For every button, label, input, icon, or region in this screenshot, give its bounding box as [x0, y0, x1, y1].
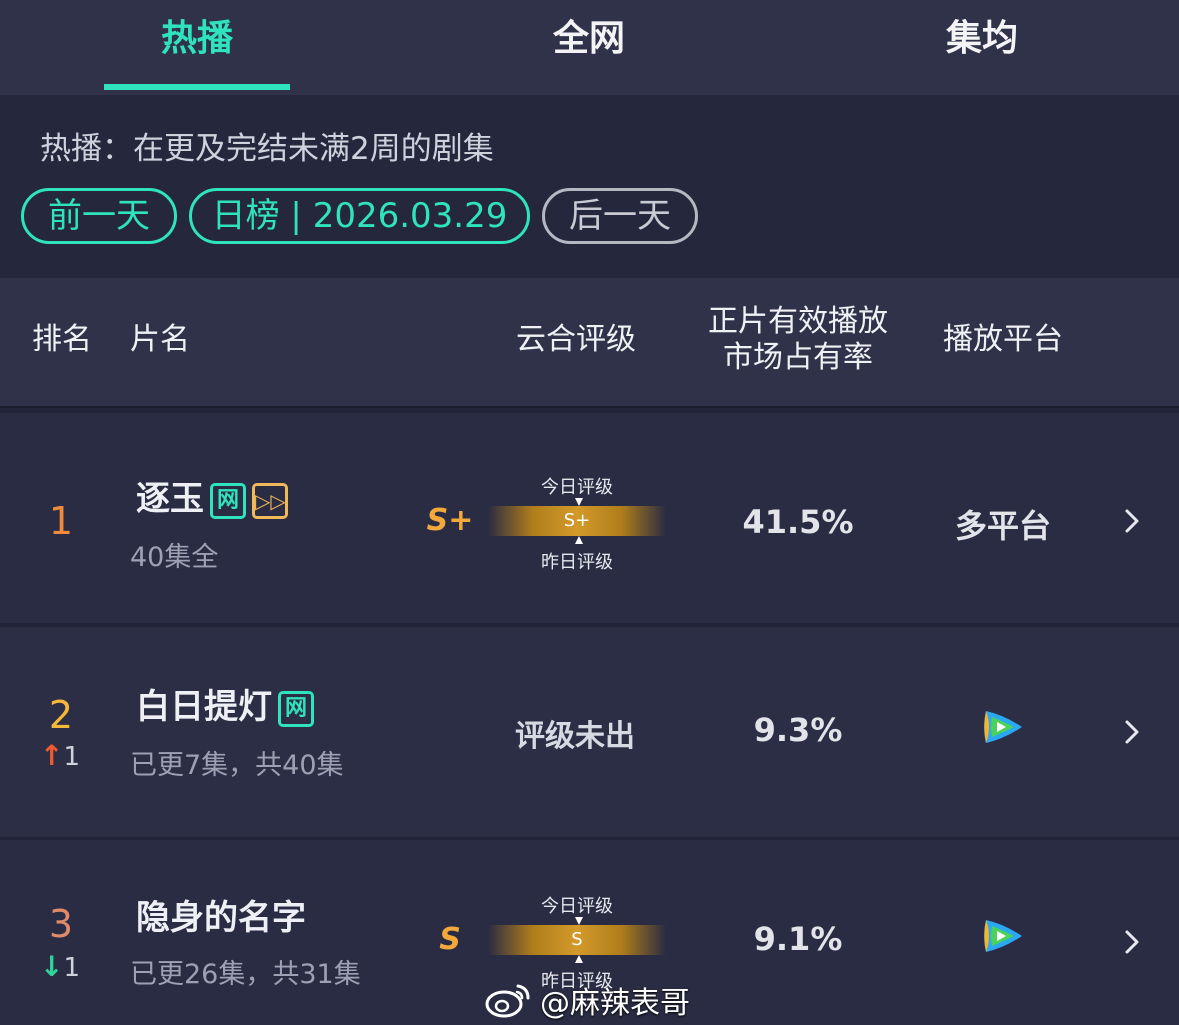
next-day-button[interactable]: 后一天: [542, 188, 698, 244]
market-share-value: 41.5%: [742, 503, 854, 541]
column-header-title: 片名: [130, 322, 190, 357]
ranking-info-panel: 热播：在更及完结未满2周的剧集 前一天 日榜 | 2026.03.29 后一天: [0, 95, 1179, 278]
platform-label: 多平台: [954, 507, 1051, 545]
episode-status: 已更7集，共40集: [130, 750, 344, 781]
drama-title: 白日提灯网: [136, 679, 314, 728]
table-row[interactable]: 2 ↑1 白日提灯网 已更7集，共40集 评级未出 9.3%: [0, 627, 1179, 837]
table-header: 排名 片名 云合评级 正片有效播放 市场占有率 播放平台: [0, 278, 1179, 408]
chevron-right-icon[interactable]: [1118, 928, 1146, 956]
rank-up-arrow-icon: ↑: [40, 739, 64, 772]
grade-bar: S: [488, 917, 666, 963]
yesterday-grade-label: 昨日评级: [541, 552, 613, 573]
grade-letter: S: [439, 922, 461, 957]
tencent-video-icon: [984, 920, 1022, 952]
top-tab-bar: 热播 全网 集均: [0, 0, 1179, 95]
grade-pending: 评级未出: [515, 719, 635, 754]
episode-status: 已更26集，共31集: [130, 959, 361, 990]
grade-bar-label: S+: [563, 510, 591, 531]
weibo-watermark: @麻辣表哥: [484, 978, 690, 1022]
column-header-rank: 排名: [32, 322, 92, 357]
rank-number: 1: [48, 499, 74, 543]
drama-title-text: 逐玉: [136, 479, 204, 519]
market-share-header-line1: 正片有效播放: [708, 304, 888, 339]
drama-title-text: 白日提灯: [136, 687, 272, 727]
grade-bar-label: S: [571, 929, 583, 950]
column-header-market-share: 正片有效播放 市场占有率: [700, 304, 896, 376]
grade-letter: S+: [426, 503, 474, 538]
watermark-text: @麻辣表哥: [540, 986, 690, 1021]
today-grade-marker: [575, 917, 583, 925]
episode-status: 40集全: [130, 542, 219, 573]
rank-change: ↑1: [40, 739, 100, 772]
column-header-rating: 云合评级: [516, 322, 636, 357]
yesterday-grade-marker: [575, 536, 583, 544]
network-badge-icon: 网: [210, 482, 246, 519]
grade-bar: S+: [488, 498, 666, 544]
date-picker-button[interactable]: 日榜 | 2026.03.29: [189, 188, 530, 244]
tab-hot[interactable]: 热播: [97, 14, 297, 64]
chevron-right-icon[interactable]: [1118, 507, 1146, 535]
rank-number: 2: [48, 693, 74, 737]
category-description: 热播：在更及完结未满2周的剧集: [40, 131, 494, 167]
market-share-header-line2: 市场占有率: [723, 340, 873, 375]
market-share-value: 9.3%: [753, 711, 843, 749]
today-grade-marker: [575, 498, 583, 506]
rank-down-arrow-icon: ↓: [40, 950, 64, 983]
tab-all-network[interactable]: 全网: [489, 14, 689, 64]
today-grade-label: 今日评级: [541, 477, 613, 498]
previous-day-button[interactable]: 前一天: [21, 188, 177, 244]
column-header-platform: 播放平台: [943, 322, 1063, 357]
rank-change-value: 1: [63, 953, 81, 983]
weibo-logo-icon: [485, 984, 530, 1018]
rank-change-value: 1: [63, 742, 81, 772]
rank-number: 3: [48, 902, 74, 946]
fast-forward-badge-icon: ▷▷: [252, 482, 288, 519]
drama-title: 逐玉网 ▷▷: [136, 471, 288, 520]
network-badge-icon: 网: [278, 690, 314, 727]
tencent-video-icon: [984, 711, 1022, 743]
chevron-right-icon[interactable]: [1118, 718, 1146, 746]
table-row[interactable]: 1 逐玉网 ▷▷ 40集全 S+ 今日评级 S+ 昨日评级 41.5% 多平台: [0, 413, 1179, 623]
tab-episode-average[interactable]: 集均: [882, 14, 1082, 64]
market-share-value: 9.1%: [753, 920, 843, 958]
today-grade-label: 今日评级: [541, 896, 613, 917]
drama-title: 隐身的名字: [136, 898, 306, 938]
yesterday-grade-marker: [575, 955, 583, 963]
rank-change: ↓1: [40, 950, 100, 983]
active-tab-indicator: [104, 84, 290, 90]
